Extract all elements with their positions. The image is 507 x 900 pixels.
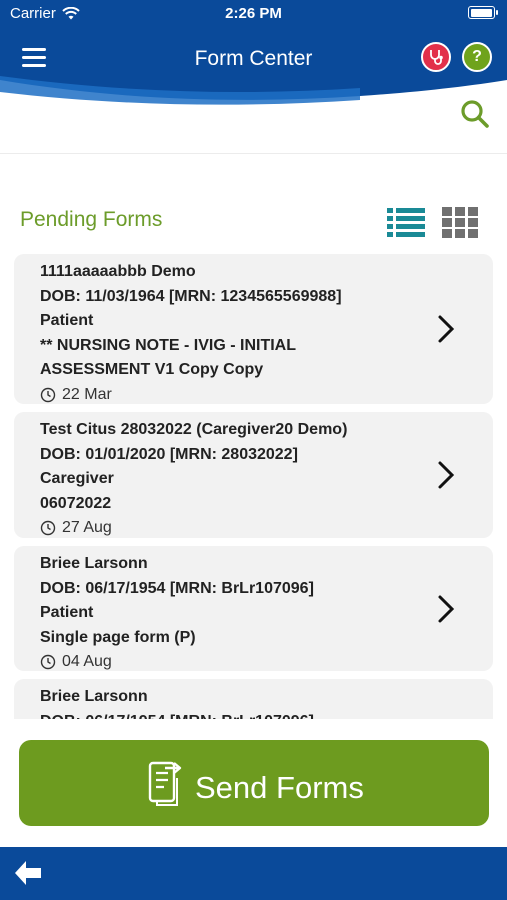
form-name: Single page form (P) [40,628,196,646]
battery-icon [468,6,498,19]
patient-dob-mrn: DOB: 01/01/2020 [MRN: 28032022] [40,445,298,463]
recipient-role: Patient [40,312,94,329]
patient-dob-mrn: DOB: 06/17/1954 [MRN: BrLr107096] [40,579,314,597]
send-forms-label: Send Forms [195,770,364,805]
recipient-role: Caregiver [40,470,114,487]
form-name: ** NURSING NOTE - IVIG - INITIAL [40,336,297,354]
list-view-icon[interactable] [386,205,426,239]
pending-forms-list[interactable]: 1111aaaaabbb Demo DOB: 11/03/1964 [MRN: … [0,254,507,719]
bottom-bar [0,847,507,900]
clock-icon [40,655,56,670]
form-date-label: 22 Mar [62,385,112,403]
form-date-label: 27 Aug [62,519,112,536]
header-wave [0,76,507,110]
form-details: 1111aaaaabbb Demo DOB: 11/03/1964 [MRN: … [40,260,342,407]
grid-view-icon[interactable] [441,205,479,239]
app-header: Carrier 2:26 PM Form Center ? [0,0,507,110]
send-form-icon [148,761,182,806]
status-time: 2:26 PM [225,5,282,22]
form-details: Briee Larsonn DOB: 06/17/1954 [MRN: BrLr… [40,685,314,719]
form-list-item[interactable]: Test Citus 28032022 (Caregiver20 Demo) D… [14,412,493,538]
status-bar: Carrier 2:26 PM [0,0,507,28]
form-list-item[interactable]: Briee Larsonn DOB: 06/17/1954 [MRN: BrLr… [14,546,493,671]
form-list-item[interactable]: 1111aaaaabbb Demo DOB: 11/03/1964 [MRN: … [14,254,493,404]
search-bar [0,110,507,154]
form-date: 22 Mar [40,383,342,408]
help-glyph: ? [472,48,482,65]
stethoscope-icon[interactable] [421,42,451,72]
section-title: Pending Forms [20,208,163,231]
clock-icon [40,387,56,402]
patient-name: Briee Larsonn [40,688,148,705]
patient-dob-mrn: DOB: 11/03/1964 [MRN: 1234565569988] [40,287,342,305]
battery-level [470,8,492,17]
chevron-right-icon[interactable] [435,460,457,490]
form-date: 27 Aug [40,516,347,541]
form-name-continued: ASSESSMENT V1 Copy Copy [40,361,264,378]
patient-name: 1111aaaaabbb Demo [40,263,196,280]
form-details: Test Citus 28032022 (Caregiver20 Demo) D… [40,418,347,541]
patient-name: Test Citus 28032022 (Caregiver20 Demo) [40,421,348,438]
back-arrow-icon[interactable] [12,858,44,888]
form-list-item[interactable]: Briee Larsonn DOB: 06/17/1954 [MRN: BrLr… [14,679,493,719]
search-icon[interactable] [460,96,490,130]
chevron-right-icon[interactable] [435,594,457,624]
form-details: Briee Larsonn DOB: 06/17/1954 [MRN: BrLr… [40,552,314,675]
help-icon[interactable]: ? [462,42,492,72]
patient-name: Briee Larsonn [40,555,148,572]
form-name: 06072022 [40,494,112,512]
patient-dob-mrn: DOB: 06/17/1954 [MRN: BrLr107096] [40,710,314,720]
chevron-right-icon[interactable] [435,314,457,344]
form-date-label: 04 Aug [62,653,112,670]
clock-icon [40,521,56,536]
recipient-role: Patient [40,604,94,621]
form-date: 04 Aug [40,650,314,675]
send-forms-button[interactable]: Send Forms [19,740,489,826]
